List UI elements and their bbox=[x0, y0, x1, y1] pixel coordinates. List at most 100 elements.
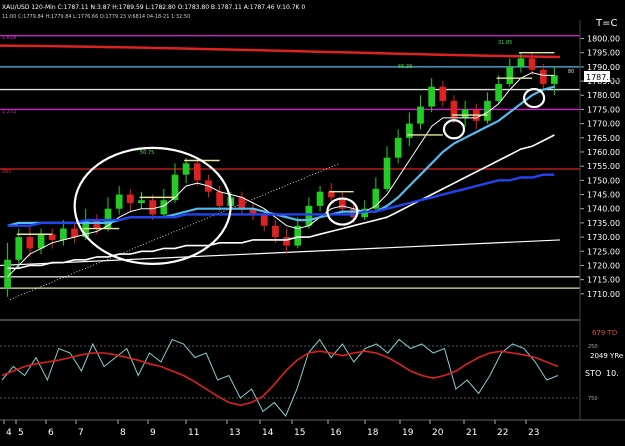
red-level-label: 000 bbox=[2, 169, 12, 175]
candle-body bbox=[539, 69, 547, 84]
osc-tick-top: 250 bbox=[588, 344, 598, 350]
resistance-curve bbox=[0, 44, 561, 59]
candle-body bbox=[495, 83, 502, 101]
price-tick-label: 1755.00 bbox=[587, 162, 620, 171]
time-tick-label: 13 bbox=[229, 428, 240, 438]
time-tick-label: 23 bbox=[528, 428, 539, 438]
price-tick-label: 1770.00 bbox=[587, 120, 620, 129]
time-tick-label: 14 bbox=[262, 428, 274, 438]
candle-body bbox=[37, 234, 45, 249]
osc-sto-value: 10. bbox=[606, 369, 619, 378]
candle-body bbox=[182, 163, 190, 175]
time-tick-label: 7 bbox=[78, 428, 84, 438]
candle-body bbox=[60, 228, 67, 240]
candle-body bbox=[405, 123, 413, 138]
time-tick-label: 8 bbox=[120, 428, 126, 438]
moving-averages bbox=[7, 72, 555, 278]
fib-1618-label: 1.618 bbox=[2, 35, 16, 41]
candle-body bbox=[327, 191, 335, 198]
price-tick-label: 1780.00 bbox=[587, 91, 620, 100]
time-corner-label: T=C bbox=[595, 18, 617, 29]
candle-body bbox=[160, 200, 168, 215]
series-line-ema-slow bbox=[7, 134, 555, 270]
chart-window: XAU/USD 120-Min C:1787.11 N:3.87 H:1789.… bbox=[0, 0, 625, 446]
price-tick-label: 1765.00 bbox=[587, 134, 620, 143]
time-tick-label: 15 bbox=[294, 428, 305, 438]
candle-body bbox=[115, 194, 123, 209]
price-tick-label: 1750.00 bbox=[587, 176, 620, 185]
oscillator-lines bbox=[1, 338, 559, 417]
time-axis: 4 5 6 7 8 9 11 13 14 15 16 18 19 20 21 22 23 bbox=[3, 420, 539, 438]
candle-body bbox=[316, 191, 324, 206]
time-tick-label: 4 bbox=[6, 428, 12, 438]
candle-body bbox=[551, 75, 558, 84]
series-line-ema-long bbox=[7, 173, 555, 227]
time-tick-label: 20 bbox=[432, 428, 444, 438]
price-tick-label: 1775.00 bbox=[587, 105, 620, 114]
candle-body bbox=[260, 214, 268, 226]
price-tick-label: 1790.00 bbox=[587, 63, 620, 72]
time-tick-label: 5 bbox=[18, 428, 24, 438]
price-tick-label: 1715.00 bbox=[587, 276, 620, 285]
candle-body bbox=[506, 66, 514, 84]
osc-yr-label: 2049 YRe bbox=[590, 352, 623, 360]
series-line-ema-mid bbox=[7, 85, 555, 227]
price-chart: XAU/USD 120-Min C:1787.11 N:3.87 H:1789.… bbox=[0, 4, 625, 438]
last-price-value: 1787.11 bbox=[586, 73, 619, 82]
peak-b-label: 66.38 bbox=[398, 64, 412, 70]
candle-body bbox=[517, 58, 525, 67]
osc-tick-bottom: 750 bbox=[588, 396, 598, 402]
candle-body bbox=[26, 237, 34, 249]
candle-body bbox=[171, 174, 179, 201]
time-tick-label: 19 bbox=[402, 428, 414, 438]
fib-1272-label: 1.272 bbox=[2, 109, 16, 115]
time-tick-label: 22 bbox=[497, 428, 508, 438]
candle-body bbox=[138, 200, 145, 204]
ascending-support-line bbox=[0, 239, 561, 267]
candle-body bbox=[394, 137, 402, 158]
osc-sto-label: STO bbox=[585, 369, 601, 378]
candle-body bbox=[193, 163, 201, 181]
horizontal-levels bbox=[0, 35, 580, 289]
yellow-markers bbox=[16, 51, 555, 235]
price-tick-label: 1720.00 bbox=[587, 261, 620, 270]
oscillator-line-red bbox=[1, 350, 559, 407]
price-tick-label: 1730.00 bbox=[587, 233, 620, 242]
price-tick-label: 1800.00 bbox=[587, 35, 620, 44]
candle-body bbox=[126, 194, 134, 204]
chart-title-line: XAU/USD 120-Min C:1787.11 N:3.87 H:1789.… bbox=[2, 4, 305, 11]
candle-body bbox=[439, 86, 447, 101]
price-tag-small: 80 bbox=[568, 69, 574, 75]
candle-body bbox=[461, 109, 469, 118]
peak-c-label: 31.85 bbox=[498, 40, 512, 46]
candle-body bbox=[93, 220, 101, 229]
time-tick-label: 21 bbox=[466, 428, 477, 438]
time-tick-label: 6 bbox=[48, 428, 54, 438]
candle-body bbox=[48, 234, 56, 240]
candle-body bbox=[272, 225, 279, 238]
price-tick-label: 1710.00 bbox=[587, 290, 620, 299]
osc-td-label: 679 TD bbox=[592, 329, 617, 337]
time-tick-label: 16 bbox=[330, 428, 342, 438]
price-tick-label: 1725.00 bbox=[587, 247, 620, 256]
price-tick-label: 1760.00 bbox=[587, 148, 620, 157]
series-line-ema-fast bbox=[7, 72, 555, 278]
candle-body bbox=[383, 157, 391, 189]
candle-body bbox=[15, 237, 23, 260]
candle-body bbox=[528, 58, 536, 70]
time-tick-label: 11 bbox=[188, 428, 199, 438]
chart-sub-line: 11:00 C:1779.84 H:1779.84 L:1776.66 O:17… bbox=[2, 14, 190, 20]
price-tick-label: 1745.00 bbox=[587, 191, 620, 200]
candle-body bbox=[283, 237, 290, 246]
candle-body bbox=[71, 228, 78, 238]
candle-body bbox=[417, 106, 424, 124]
candle-body bbox=[216, 191, 223, 206]
time-tick-label: 18 bbox=[367, 428, 379, 438]
price-tick-label: 1795.00 bbox=[587, 49, 620, 58]
price-tick-label: 1740.00 bbox=[587, 205, 620, 214]
price-tick-label: 1735.00 bbox=[587, 219, 620, 228]
candle-body bbox=[428, 86, 436, 107]
time-tick-label: 9 bbox=[150, 428, 156, 438]
peak-a-label: 50.75 bbox=[140, 150, 154, 156]
candle-body bbox=[149, 200, 157, 215]
